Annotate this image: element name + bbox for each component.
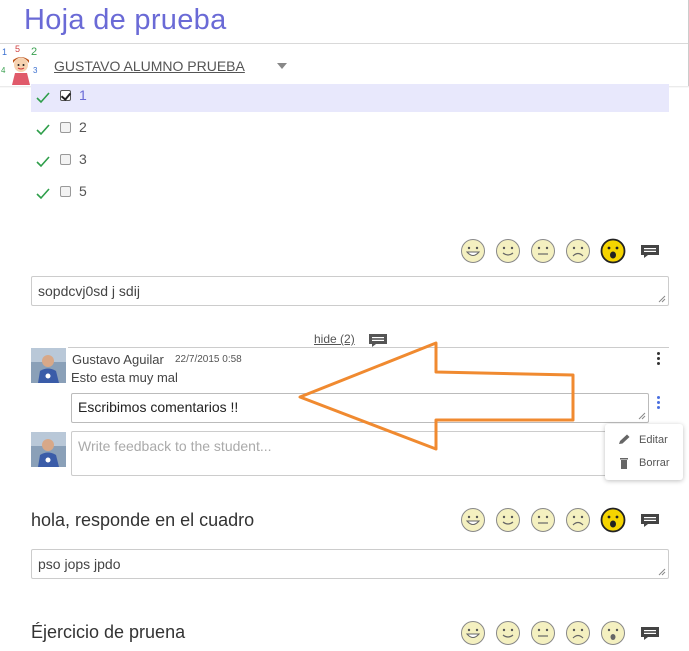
neutral-face-icon[interactable] [530,507,556,533]
resize-grip-icon[interactable] [658,295,666,303]
svg-text:5: 5 [15,44,20,54]
smile-face-icon[interactable] [495,507,521,533]
answer-box[interactable]: pso jops jpdo [31,549,669,579]
check-icon [36,156,50,168]
comment-edit-value: Escribimos comentarios !! [78,399,239,415]
teacher-avatar [31,432,66,467]
option-row[interactable]: 1 [31,84,669,112]
option-row[interactable]: 3 [31,148,669,176]
option-label: 3 [79,151,87,167]
option-checkbox[interactable] [60,154,71,165]
feedback-placeholder: Write feedback to the student... [78,438,272,454]
answer-text: pso jops jpdo [38,556,121,572]
sad-face-icon[interactable] [565,620,591,646]
comment-icon[interactable] [640,626,660,640]
option-row[interactable]: 5 [31,180,669,208]
option-checkbox[interactable] [60,186,71,197]
student-selector[interactable]: GUSTAVO ALUMNO PRUEBA [54,58,245,74]
smile-face-icon[interactable] [495,620,521,646]
question-title: Éjercicio de pruena [31,622,186,642]
big-smile-face-icon[interactable] [460,507,486,533]
answer-box[interactable]: sopdcvj0sd j sdij [31,276,669,306]
header-divider [0,43,689,44]
option-label: 1 [79,87,87,103]
teacher-avatar [31,348,66,383]
menu-item-edit[interactable]: Editar [617,434,668,446]
more-options-icon[interactable] [657,396,661,410]
option-label: 5 [79,183,87,199]
question-title: hola, responde en el cuadro [31,510,255,530]
menu-item-label: Borrar [639,457,670,470]
smile-face-icon[interactable] [495,238,521,264]
svg-text:1: 1 [2,47,7,57]
option-checkbox[interactable] [60,122,71,133]
check-icon [36,92,50,104]
answer-text: sopdcvj0sd j sdij [38,283,140,299]
comment-icon[interactable] [640,513,660,527]
neutral-face-icon[interactable] [530,620,556,646]
check-icon [36,124,50,136]
check-icon [36,188,50,200]
svg-text:2: 2 [31,46,37,58]
option-label: 2 [79,119,87,135]
surprised-face-icon[interactable] [600,507,626,533]
menu-item-delete[interactable]: Borrar [617,457,670,470]
more-options-icon[interactable] [657,352,661,366]
pencil-icon [619,434,630,445]
resize-grip-icon[interactable] [658,568,666,576]
student-avatar[interactable]: 1 5 2 4 3 [0,43,44,87]
rating-faces [460,620,660,648]
comment-icon[interactable] [640,244,660,258]
svg-text:4: 4 [1,66,6,75]
option-checkbox[interactable] [60,90,71,101]
page-title: Hoja de prueba [24,4,227,36]
sad-face-icon[interactable] [565,507,591,533]
surprised-face-icon[interactable] [600,620,626,646]
rating-faces [460,238,660,266]
resize-grip-icon[interactable] [638,412,646,420]
menu-item-label: Editar [639,434,668,447]
big-smile-face-icon[interactable] [460,238,486,264]
comment-options-menu: Editar Borrar [605,424,683,480]
sad-face-icon[interactable] [565,238,591,264]
svg-text:3: 3 [33,66,38,75]
option-row[interactable]: 2 [31,116,669,144]
trash-icon [620,458,628,470]
big-smile-face-icon[interactable] [460,620,486,646]
comment-author: Gustavo Aguilar [72,352,164,367]
neutral-face-icon[interactable] [530,238,556,264]
comment-text: Esto esta muy mal [71,370,178,385]
chevron-down-icon[interactable] [277,63,287,69]
annotation-arrow [298,341,575,451]
rating-faces [460,507,660,535]
surprised-face-icon[interactable] [600,238,626,264]
comment-date: 22/7/2015 0:58 [175,354,242,365]
